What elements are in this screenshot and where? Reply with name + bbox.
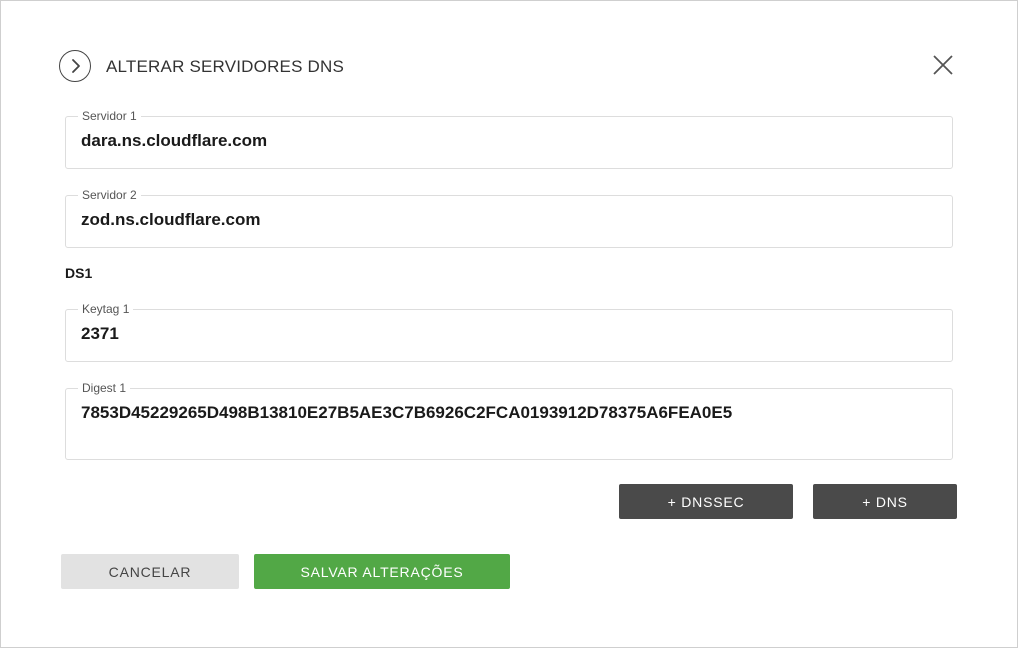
server2-value[interactable]: zod.ns.cloudflare.com (81, 210, 260, 230)
keytag1-label: Keytag 1 (78, 302, 134, 316)
close-icon (933, 55, 953, 75)
server1-value[interactable]: dara.ns.cloudflare.com (81, 131, 267, 151)
save-changes-button[interactable]: SALVAR ALTERAÇÕES (254, 554, 510, 589)
cancel-button[interactable]: CANCELAR (61, 554, 239, 589)
dns-dialog: ALTERAR SERVIDORES DNS Servidor 1 dara.n… (0, 0, 1018, 648)
dialog-title: ALTERAR SERVIDORES DNS (106, 57, 345, 76)
digest1-field[interactable]: Digest 1 7853D45229265D498B13810E27B5AE3… (65, 381, 953, 460)
add-dns-button[interactable]: + DNS (813, 484, 957, 519)
close-button[interactable] (931, 53, 955, 77)
keytag1-value[interactable]: 2371 (81, 324, 119, 344)
server1-field[interactable]: Servidor 1 dara.ns.cloudflare.com (65, 109, 953, 169)
ds-section-title: DS1 (65, 265, 93, 281)
server2-label: Servidor 2 (78, 188, 141, 202)
keytag1-field[interactable]: Keytag 1 2371 (65, 302, 953, 362)
server2-field[interactable]: Servidor 2 zod.ns.cloudflare.com (65, 188, 953, 248)
digest1-label: Digest 1 (78, 381, 131, 395)
add-dnssec-button[interactable]: + DNSSEC (619, 484, 793, 519)
collapse-toggle-button[interactable] (59, 50, 91, 82)
server1-label: Servidor 1 (78, 109, 141, 123)
chevron-right-icon (72, 59, 80, 73)
digest1-value[interactable]: 7853D45229265D498B13810E27B5AE3C7B6926C2… (81, 403, 732, 423)
